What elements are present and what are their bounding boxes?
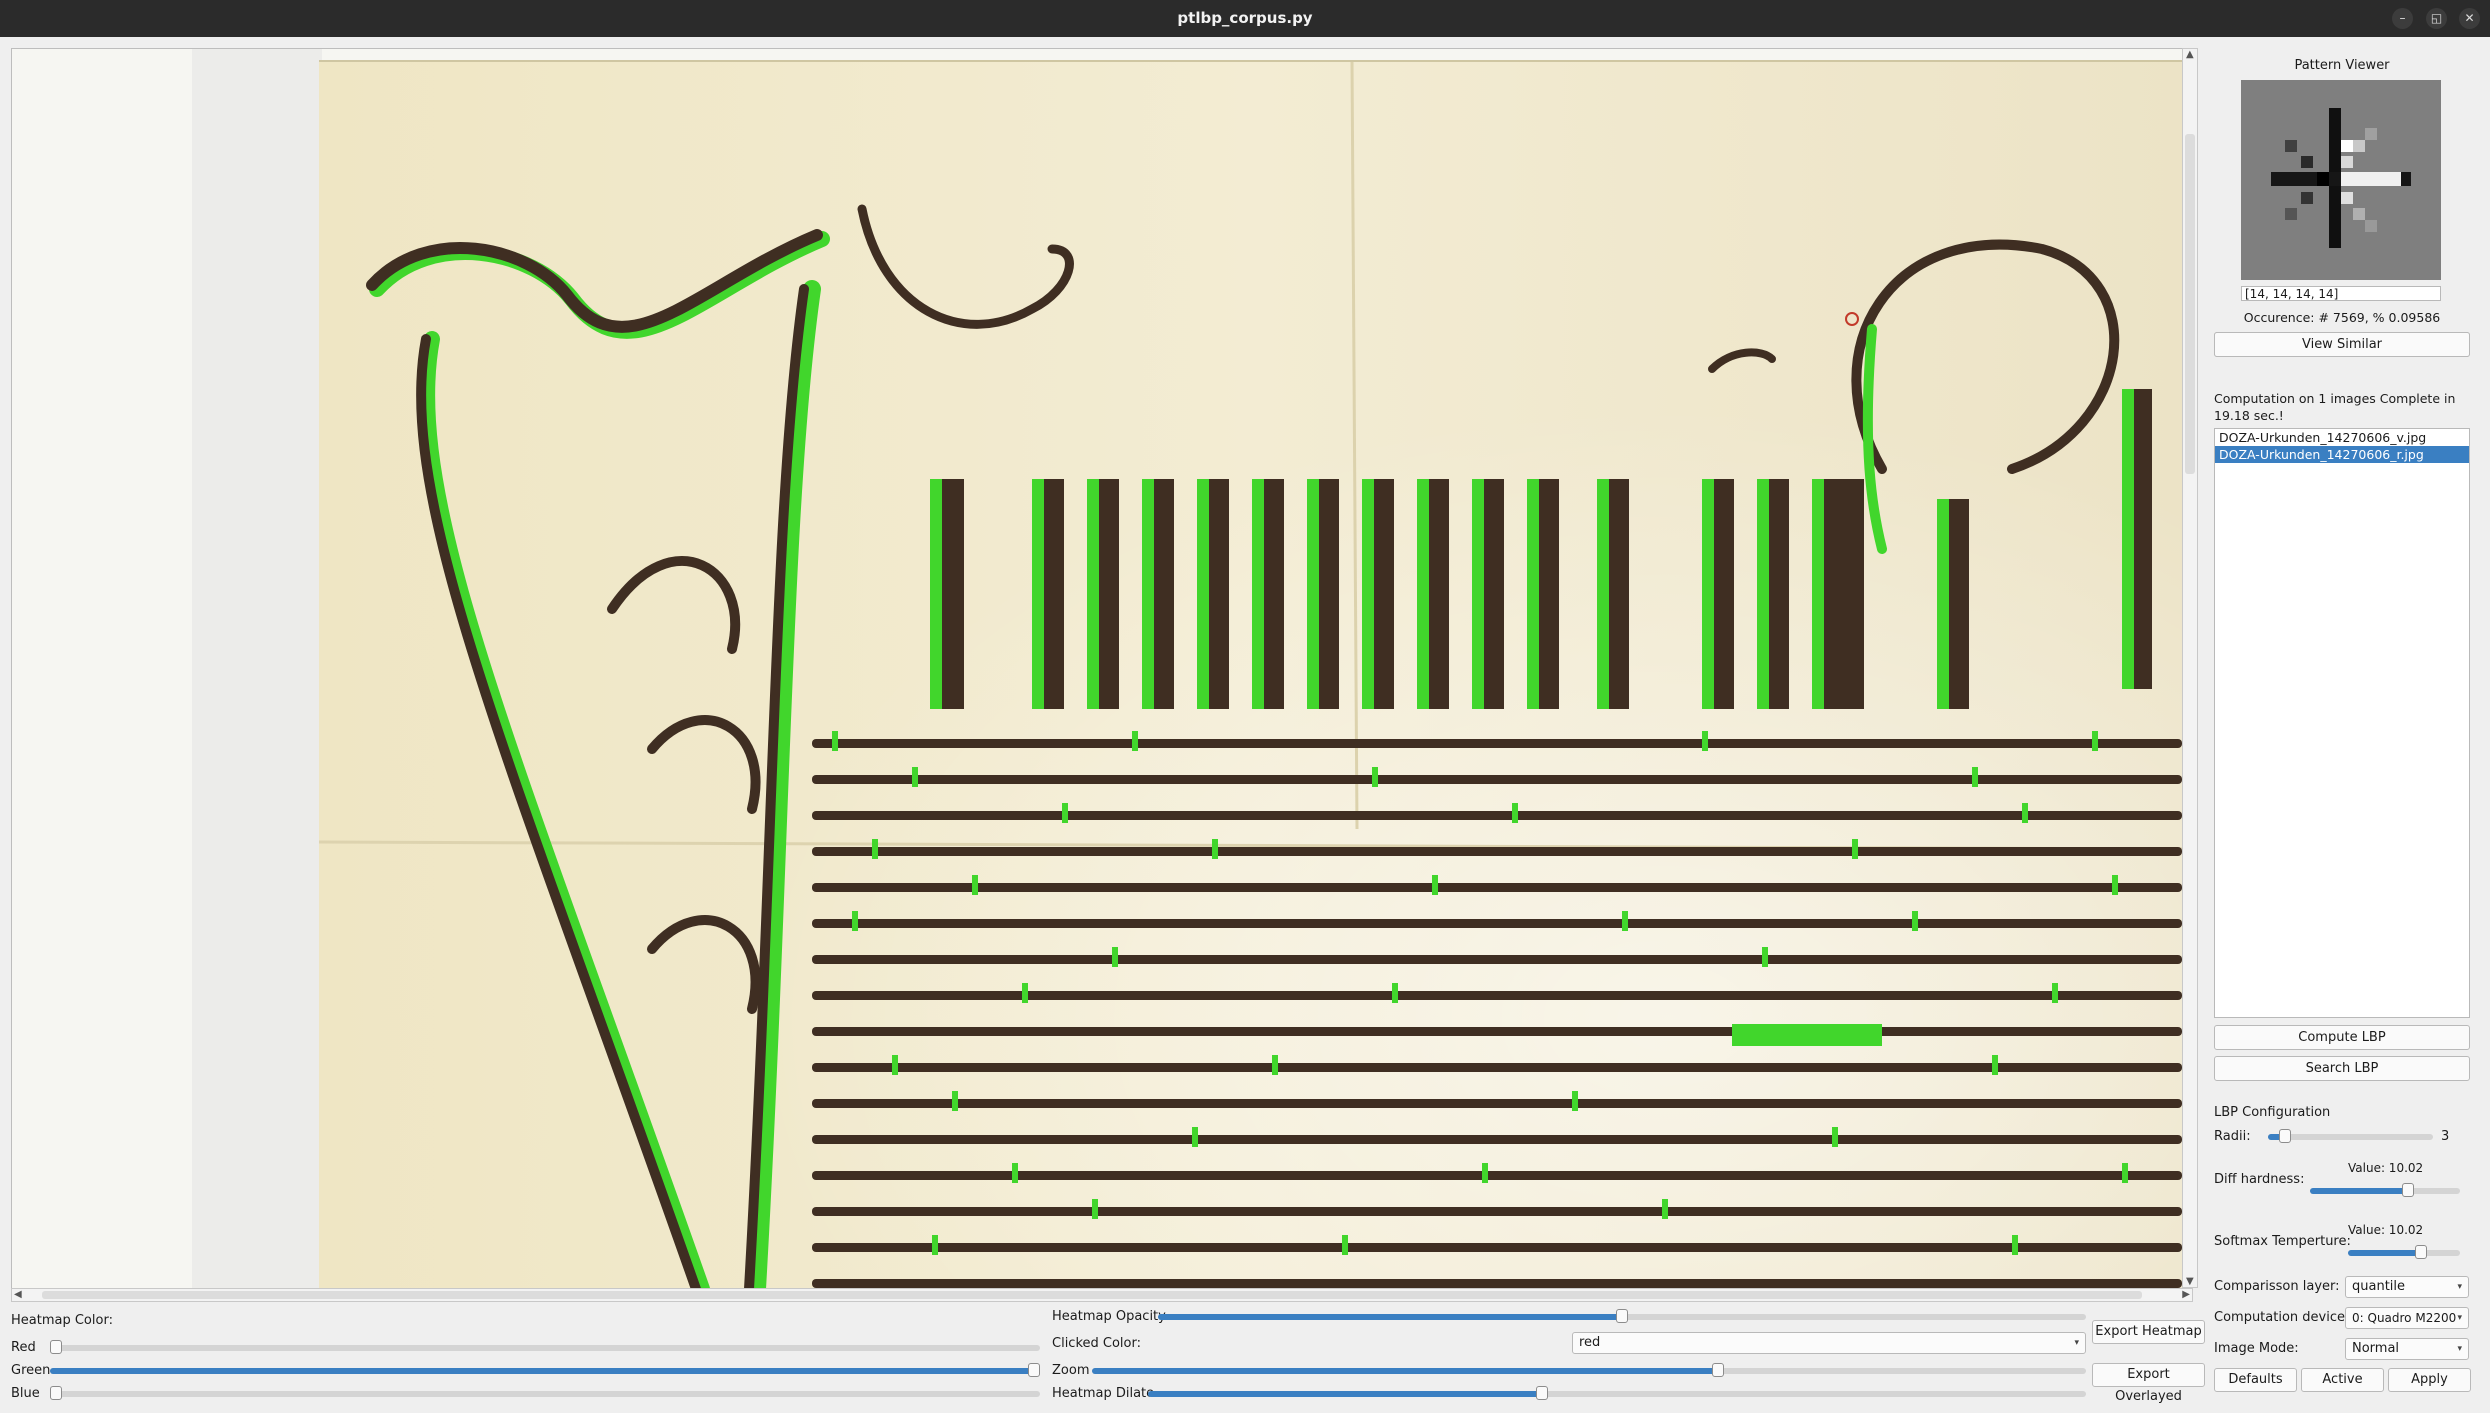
search-lbp-button[interactable]: Search LBP	[2214, 1056, 2470, 1081]
clicked-color-dropdown[interactable]: red ▾	[1572, 1332, 2086, 1354]
computation-device-value: 0: Quadro M2200	[2352, 1311, 2457, 1325]
diff-hardness-value: Value: 10.02	[2348, 1161, 2424, 1175]
computation-device-label: Computation device	[2214, 1310, 2345, 1325]
image-viewport[interactable]	[11, 48, 2193, 1290]
vertical-scroll-thumb[interactable]	[2185, 134, 2195, 474]
red-label: Red	[11, 1340, 36, 1355]
comparison-layer-value: quantile	[2352, 1279, 2406, 1294]
occurrence-text: Occurence: # 7569, % 0.09586	[2243, 310, 2441, 325]
diff-hardness-slider[interactable]	[2310, 1183, 2460, 1197]
radii-label: Radii:	[2214, 1129, 2251, 1144]
minimize-icon[interactable]: –	[2392, 8, 2413, 29]
comparison-layer-label: Comparisson layer:	[2214, 1279, 2340, 1294]
pattern-value-field[interactable]: [14, 14, 14, 14]	[2241, 286, 2441, 301]
diff-hardness-label: Diff hardness:	[2214, 1172, 2305, 1187]
vertical-scrollbar[interactable]: ▲ ▼	[2182, 48, 2198, 1288]
green-label: Green	[11, 1363, 51, 1378]
softmax-slider[interactable]	[2348, 1245, 2460, 1259]
radii-value: 3	[2441, 1129, 2450, 1144]
active-button[interactable]: Active	[2301, 1368, 2384, 1392]
heatmap-dilate-label: Heatmap Dilate	[1052, 1386, 1155, 1401]
red-slider[interactable]	[50, 1340, 1040, 1354]
chevron-down-icon: ▾	[2457, 1313, 2462, 1323]
export-overlayed-button[interactable]: Export Overlayed	[2092, 1363, 2205, 1404]
radii-slider[interactable]	[2268, 1129, 2433, 1143]
heatmap-dilate-slider[interactable]	[1148, 1386, 2086, 1400]
blue-slider[interactable]	[50, 1386, 1040, 1400]
heatmap-color-label: Heatmap Color:	[11, 1313, 113, 1328]
title-bar: ptlbp_corpus.py – ◱ ✕	[0, 0, 2490, 37]
chevron-down-icon: ▾	[2457, 1344, 2462, 1354]
zoom-slider[interactable]	[1092, 1363, 2086, 1377]
scroll-down-icon[interactable]: ▼	[2186, 1276, 2194, 1287]
clicked-color-label: Clicked Color:	[1052, 1336, 1141, 1351]
scroll-left-icon[interactable]: ◀	[14, 1289, 22, 1300]
horizontal-scroll-thumb[interactable]	[42, 1291, 2142, 1299]
scroll-up-icon[interactable]: ▲	[2186, 49, 2194, 60]
manuscript-image[interactable]	[12, 49, 2192, 1289]
image-file-list[interactable]: DOZA-Urkunden_14270606_v.jpg DOZA-Urkund…	[2214, 428, 2470, 1018]
apply-button[interactable]: Apply	[2388, 1368, 2471, 1392]
image-mode-dropdown[interactable]: Normal ▾	[2345, 1338, 2469, 1360]
green-slider[interactable]	[50, 1363, 1040, 1377]
heatmap-opacity-slider[interactable]	[1158, 1309, 2086, 1323]
scroll-right-icon[interactable]: ▶	[2182, 1289, 2190, 1300]
pattern-viewer-title: Pattern Viewer	[2294, 58, 2390, 73]
lbp-config-title: LBP Configuration	[2214, 1105, 2331, 1120]
image-mode-label: Image Mode:	[2214, 1341, 2299, 1356]
view-similar-button-label[interactable]: View Similar	[2214, 332, 2470, 357]
chevron-down-icon: ▾	[2457, 1282, 2462, 1292]
clicked-color-value: red	[1579, 1335, 1601, 1350]
blue-label: Blue	[11, 1386, 40, 1401]
computation-device-dropdown[interactable]: 0: Quadro M2200 ▾	[2345, 1307, 2469, 1329]
horizontal-scrollbar[interactable]: ◀ ▶	[11, 1288, 2193, 1302]
chevron-down-icon: ▾	[2074, 1338, 2079, 1348]
restore-icon[interactable]: ◱	[2426, 8, 2447, 29]
heatmap-opacity-label: Heatmap Opacity	[1052, 1309, 1166, 1324]
comparison-layer-dropdown[interactable]: quantile ▾	[2345, 1276, 2469, 1298]
softmax-label: Softmax Temperture:	[2214, 1234, 2351, 1249]
file-item-recto[interactable]: DOZA-Urkunden_14270606_r.jpg	[2215, 446, 2469, 463]
zoom-label: Zoom	[1052, 1363, 1090, 1378]
file-item-verso[interactable]: DOZA-Urkunden_14270606_v.jpg	[2215, 429, 2469, 446]
compute-lbp-button[interactable]: Compute LBP	[2214, 1025, 2470, 1050]
defaults-button[interactable]: Defaults	[2214, 1368, 2297, 1392]
close-icon[interactable]: ✕	[2459, 8, 2480, 29]
computation-status: Computation on 1 images Complete in 19.1…	[2214, 391, 2456, 423]
pattern-image	[2241, 80, 2441, 280]
window-title: ptlbp_corpus.py	[1177, 9, 1313, 27]
image-mode-value: Normal	[2352, 1341, 2400, 1356]
export-heatmap-button[interactable]: Export Heatmap	[2092, 1320, 2205, 1344]
softmax-value: Value: 10.02	[2348, 1223, 2424, 1237]
